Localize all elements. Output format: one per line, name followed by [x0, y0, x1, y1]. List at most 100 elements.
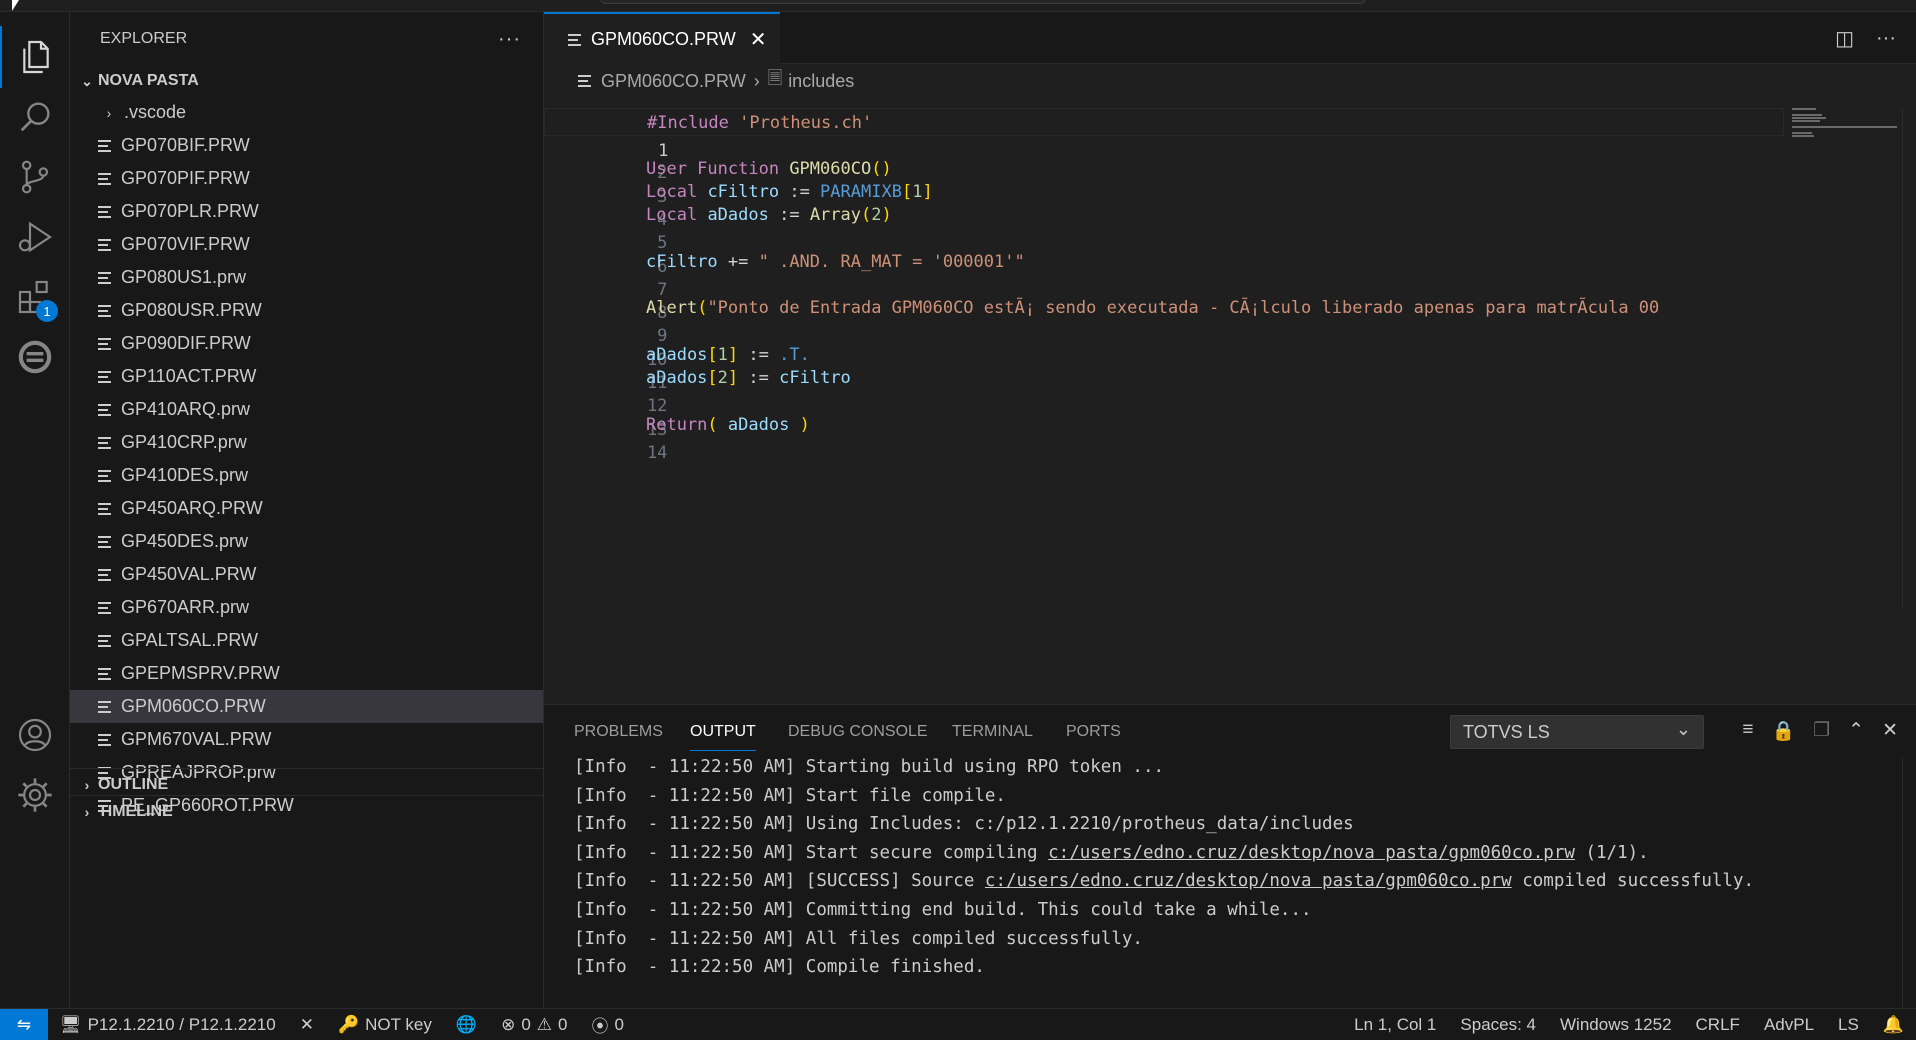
tab-output[interactable]: OUTPUT: [690, 723, 756, 751]
breadcrumb-file[interactable]: GPM060CO.PRW: [601, 71, 746, 92]
tab-ports[interactable]: PORTS: [1066, 723, 1121, 741]
file-item[interactable]: GP090DIF.PRW: [70, 327, 543, 360]
file-item[interactable]: GPM670VAL.PRW: [70, 723, 543, 756]
tree-folder-vscode[interactable]: › .vscode: [70, 96, 543, 129]
problems-status[interactable]: ⊗ 0 ⚠ 0: [489, 1009, 579, 1040]
mouse-cursor-icon: [12, 0, 19, 11]
editor-scrollbar[interactable]: [1902, 108, 1916, 608]
chevron-right-icon: ›: [84, 804, 90, 820]
file-item[interactable]: GP080US1.prw: [70, 261, 543, 294]
file-item[interactable]: GP110ACT.PRW: [70, 360, 543, 393]
file-item[interactable]: GP070VIF.PRW: [70, 228, 543, 261]
file-label: GP410ARQ.prw: [121, 399, 251, 419]
maximize-panel-icon[interactable]: ⌃: [1848, 719, 1864, 743]
editor-tab-active[interactable]: GPM060CO.PRW ✕: [544, 12, 780, 65]
output-text: [Info - 11:22:50 AM] All files compiled …: [574, 928, 1143, 949]
file-item[interactable]: GP080USR.PRW: [70, 294, 543, 327]
language-mode[interactable]: AdvPL: [1752, 1009, 1826, 1040]
file-item[interactable]: GP070PIF.PRW: [70, 162, 543, 195]
file-item[interactable]: GP410DES.prw: [70, 459, 543, 492]
file-label: GP110ACT.PRW: [121, 366, 257, 386]
lock-icon[interactable]: 🔒: [1771, 719, 1795, 743]
command-center[interactable]: [600, 0, 1366, 4]
file-item[interactable]: GP070PLR.PRW: [70, 195, 543, 228]
timeline-section[interactable]: › TIMELINE: [70, 795, 544, 828]
number: 2: [871, 205, 882, 226]
file-lines-icon: [98, 238, 111, 251]
file-item[interactable]: GP450VAL.PRW: [70, 558, 543, 591]
encoding[interactable]: Windows 1252: [1548, 1009, 1684, 1040]
output-line: [Info - 11:22:50 AM] All files compiled …: [574, 925, 1894, 954]
file-lines-icon: [98, 700, 111, 713]
file-link[interactable]: c:/users/edno.cruz/desktop/nova pasta/gp…: [1048, 843, 1575, 863]
file-link[interactable]: c:/users/edno.cruz/desktop/nova pasta/gp…: [985, 871, 1512, 891]
source-control-activity[interactable]: [0, 146, 70, 208]
totvs-activity[interactable]: [0, 326, 70, 388]
cursor-position[interactable]: Ln 1, Col 1: [1342, 1009, 1448, 1040]
file-item[interactable]: GP670ARR.prw: [70, 591, 543, 624]
code-editor[interactable]: 1 #Include 'Protheus.ch' 2 3 User Functi…: [544, 108, 1916, 608]
clear-output-icon[interactable]: ≡: [1742, 719, 1753, 743]
close-icon[interactable]: ✕: [750, 27, 767, 52]
file-item[interactable]: GP450DES.prw: [70, 525, 543, 558]
output-line: [Info - 11:22:50 AM] [SUCCESS] Source c:…: [574, 867, 1894, 896]
more-actions-icon[interactable]: ···: [1876, 27, 1896, 50]
explorer-header: EXPLORER ···: [70, 12, 543, 66]
search-activity[interactable]: [0, 86, 70, 148]
operator: :=: [738, 368, 780, 389]
file-label: GPEPMSPRV.PRW: [121, 663, 280, 683]
remote-indicator[interactable]: ⇋: [0, 1008, 48, 1040]
file-label: GPM670VAL.PRW: [121, 729, 272, 749]
key-status[interactable]: 🔑 NOT key: [326, 1009, 444, 1040]
output-channel-select[interactable]: TOTVS LS ⌄: [1450, 715, 1704, 749]
file-item[interactable]: GP410CRP.prw: [70, 426, 543, 459]
key-label: NOT key: [365, 1014, 432, 1034]
notifications[interactable]: 🔔: [1871, 1009, 1916, 1040]
minimap[interactable]: [1792, 108, 1900, 138]
chevron-down-icon: ⌄: [81, 72, 93, 89]
run-debug-activity[interactable]: [0, 206, 70, 268]
brackets: (): [871, 158, 892, 179]
file-label: GP090DIF.PRW: [121, 333, 251, 353]
globe-status[interactable]: 🌐: [444, 1009, 489, 1040]
open-editor-icon[interactable]: ❐: [1813, 719, 1830, 743]
error-icon: ⊗: [501, 1014, 516, 1034]
code-line: 14 Return( aDados ): [544, 411, 1784, 463]
file-label: GP450DES.prw: [121, 531, 249, 551]
accounts-activity[interactable]: [0, 704, 70, 766]
file-item[interactable]: GPEPMSPRV.PRW: [70, 657, 543, 690]
server-status[interactable]: 🖥 P12.1.2210 / P12.1.2210: [48, 1009, 288, 1040]
warning-count: 0: [558, 1014, 568, 1034]
breadcrumb-symbol[interactable]: includes: [788, 71, 854, 92]
ports-status[interactable]: ⦿ 0: [580, 1009, 636, 1040]
tab-terminal[interactable]: TERMINAL: [952, 723, 1033, 741]
settings-activity[interactable]: [0, 764, 70, 826]
panel-scrollbar[interactable]: [1902, 757, 1916, 1007]
file-item[interactable]: GPALTSAL.PRW: [70, 624, 543, 657]
file-item[interactable]: GP070BIF.PRW: [70, 129, 543, 162]
warning-icon: ⚠: [536, 1014, 553, 1034]
file-label: GP070PIF.PRW: [121, 168, 250, 188]
indentation[interactable]: Spaces: 4: [1448, 1009, 1548, 1040]
close-panel-icon[interactable]: ✕: [1882, 719, 1898, 743]
tab-label: GPM060CO.PRW: [591, 29, 736, 49]
disconnect-button[interactable]: ✕: [288, 1009, 326, 1040]
end-of-line[interactable]: CRLF: [1684, 1009, 1752, 1040]
split-editor-icon[interactable]: ◫: [1835, 26, 1854, 51]
more-actions-icon[interactable]: ···: [498, 28, 521, 51]
file-lines-icon: [98, 403, 111, 416]
tab-problems[interactable]: PROBLEMS: [574, 723, 663, 741]
keyword: Local: [646, 205, 698, 226]
extensions-activity[interactable]: 1: [0, 266, 70, 328]
file-item[interactable]: GP410ARQ.prw: [70, 393, 543, 426]
ls-status[interactable]: LS: [1826, 1009, 1871, 1040]
file-label: GP080US1.prw: [121, 267, 247, 287]
status-right: Ln 1, Col 1 Spaces: 4 Windows 1252 CRLF …: [1342, 1009, 1916, 1040]
file-item[interactable]: GPM060CO.PRW: [70, 690, 543, 723]
file-item[interactable]: GP450ARQ.PRW: [70, 492, 543, 525]
tab-debug-console[interactable]: DEBUG CONSOLE: [788, 723, 928, 741]
explorer-activity[interactable]: [0, 26, 70, 88]
server-icon: 🖥: [60, 1014, 82, 1034]
output-text: [Info - 11:22:50 AM] Starting build usin…: [574, 757, 1165, 777]
folder-header[interactable]: ⌄ NOVA PASTA: [70, 66, 543, 96]
